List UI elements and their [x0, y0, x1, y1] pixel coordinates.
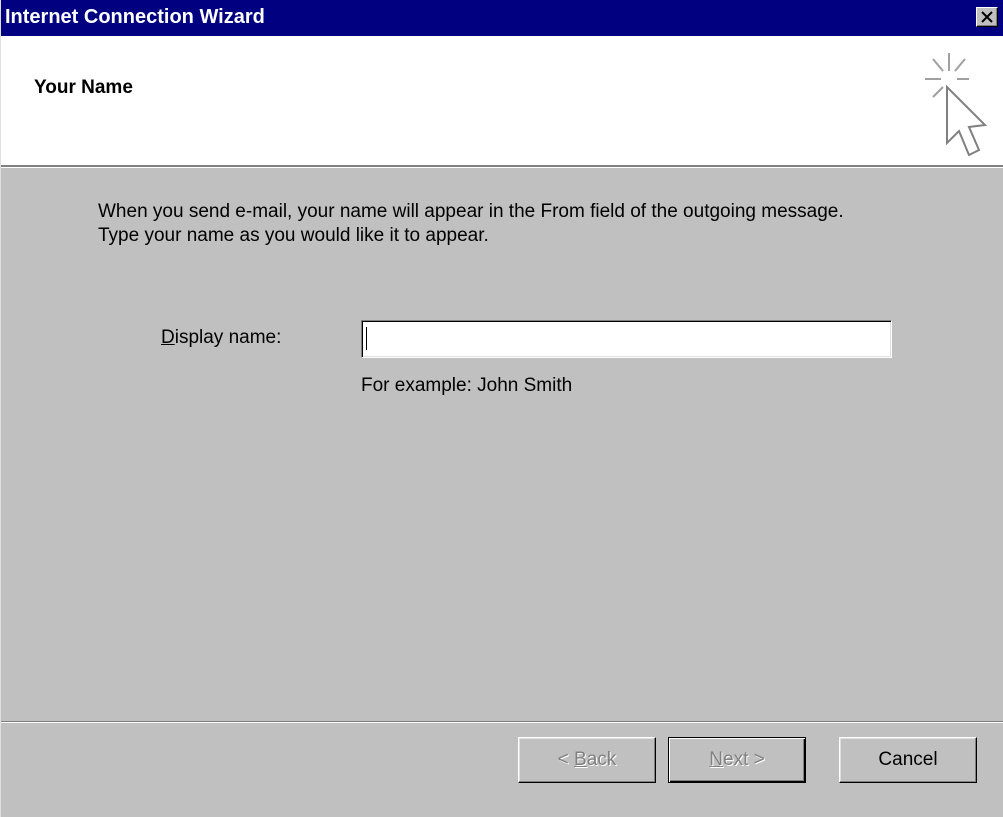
next-rest: ext >: [723, 749, 765, 770]
wizard-header: Your Name: [1, 36, 1003, 165]
instruction-line-2: Type your name as you would like it to a…: [98, 225, 489, 246]
cancel-button[interactable]: Cancel: [839, 737, 977, 783]
instruction-text: When you send e-mail, your name will app…: [98, 200, 978, 248]
next-button[interactable]: Next >: [668, 737, 806, 783]
instruction-line-1: When you send e-mail, your name will app…: [98, 201, 844, 222]
back-prefix: <: [557, 749, 575, 770]
display-name-input[interactable]: [361, 320, 892, 358]
display-name-label-accel: D: [161, 327, 175, 348]
close-icon: [981, 11, 993, 23]
example-hint: For example: John Smith: [361, 375, 573, 396]
display-name-label-rest: isplay name:: [174, 327, 282, 348]
header-divider: [1, 165, 1003, 168]
back-accel: B: [574, 749, 587, 770]
close-button[interactable]: [976, 7, 998, 27]
wizard-window: Internet Connection Wizard Your Name Whe…: [0, 0, 1003, 817]
next-accel: N: [709, 749, 723, 770]
title-bar[interactable]: Internet Connection Wizard: [1, 0, 1003, 36]
window-title: Internet Connection Wizard: [5, 6, 265, 28]
footer-divider: [1, 721, 1003, 723]
back-button[interactable]: < Back: [518, 737, 656, 783]
page-title: Your Name: [34, 77, 133, 98]
text-caret: [366, 327, 367, 350]
back-rest: ack: [586, 749, 617, 770]
display-name-label: Display name:: [161, 327, 281, 349]
wizard-sparkle-cursor-icon: [925, 53, 988, 157]
